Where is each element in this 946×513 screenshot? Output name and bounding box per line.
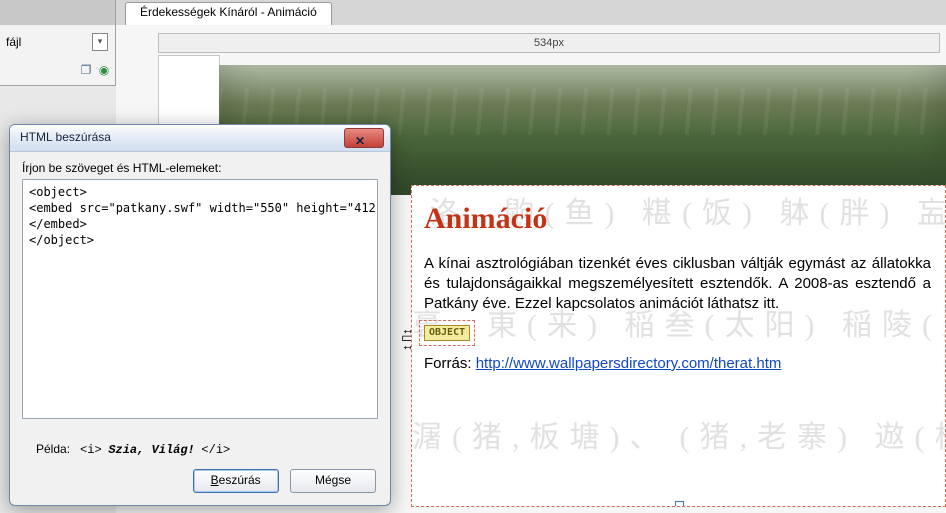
- width-ruler: 534px: [158, 33, 940, 53]
- insert-html-dialog: HTML beszúrása ✕ Írjon be szöveget és HT…: [9, 124, 391, 506]
- example-open-tag: <i>: [80, 443, 102, 457]
- dialog-title: HTML beszúrása: [20, 130, 111, 144]
- panel-divider: [115, 0, 116, 25]
- example-label: Példa:: [36, 442, 70, 456]
- cancel-button[interactable]: Mégse: [290, 469, 376, 493]
- document-tab-label: Érdekességek Kínáról - Animáció: [140, 5, 317, 19]
- dialog-prompt: Írjon be szöveget és HTML-elemeket:: [22, 161, 221, 175]
- dialog-buttons: Beszúrás Mégse: [185, 469, 376, 493]
- page-heading: Animáció: [424, 202, 931, 236]
- insert-button-rest: eszúrás: [219, 473, 261, 487]
- close-button[interactable]: ✕: [344, 128, 384, 148]
- object-placeholder[interactable]: OBJECT: [424, 325, 470, 341]
- insert-button[interactable]: Beszúrás: [193, 469, 279, 493]
- example-line: Példa: <i> Szia, Világ! </i>: [36, 442, 230, 457]
- example-close-tag: </i>: [201, 443, 230, 457]
- globe-icon[interactable]: ◉: [96, 63, 112, 77]
- cascade-icon[interactable]: ❐: [78, 63, 94, 77]
- content-region[interactable]: 洛 鼩(鱼) 糂(饭) 躰(胖) 衁(村) 裛 東(来) 稲叁(太阳) 稲陵(月…: [411, 185, 946, 507]
- close-icon: ✕: [355, 134, 365, 149]
- tab-strip: Érdekességek Kínáról - Animáció: [0, 0, 946, 26]
- example-text: Szia, Világ!: [108, 443, 194, 457]
- html-input[interactable]: [22, 179, 378, 419]
- file-type-dropdown[interactable]: ▾: [92, 33, 108, 51]
- resize-handle-bottom[interactable]: [675, 501, 684, 507]
- intro-paragraph: A kínai asztrológiában tizenkét éves cik…: [424, 254, 931, 314]
- ruler-label: 534px: [534, 37, 564, 49]
- document-tab[interactable]: Érdekességek Kínáról - Animáció: [125, 2, 332, 26]
- source-label: Forrás:: [424, 355, 476, 372]
- dialog-titlebar[interactable]: HTML beszúrása ✕: [10, 125, 390, 152]
- source-line: Forrás: http://www.wallpapersdirectory.c…: [424, 355, 931, 372]
- files-panel: fájl ▾ ❐ ◉: [0, 25, 116, 86]
- source-link[interactable]: http://www.wallpapersdirectory.com/thera…: [476, 355, 782, 372]
- file-type-label: fájl: [6, 35, 21, 49]
